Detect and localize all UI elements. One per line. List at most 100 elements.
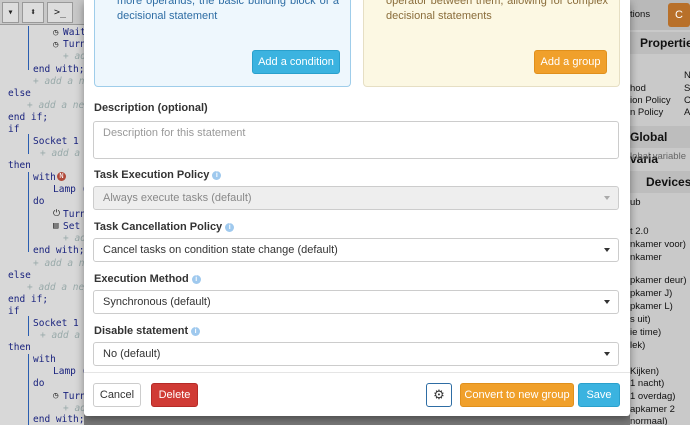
device-item[interactable]: 1 overdag) (630, 391, 675, 402)
code-bracket (28, 172, 32, 252)
gear-icon[interactable]: ⚙ (426, 383, 452, 407)
actions-menu[interactable]: tions (630, 9, 650, 20)
global-variable-input[interactable]: lobal variable (630, 151, 686, 162)
background-right-panel: tions C Propertie N hod S ion Policy C n… (630, 0, 690, 425)
disable-statement-select[interactable]: No (default) (93, 342, 619, 366)
code-line: with (33, 172, 56, 183)
device-item[interactable]: s uit) (630, 314, 651, 325)
properties-header: Propertie (630, 32, 690, 54)
code-line: end with; (33, 414, 84, 425)
code-bracket (28, 134, 32, 154)
device-item[interactable]: nkamer voor) (630, 239, 686, 250)
editor-toolbar: ▾ ⬍ >_ (0, 0, 84, 25)
code-line: if (8, 124, 20, 135)
code-line: + add a new (27, 100, 84, 111)
info-icon[interactable]: i (212, 171, 222, 180)
task-execution-select[interactable]: Always execute tasks (default) (93, 186, 619, 210)
code-line: then (8, 342, 31, 353)
task-cancellation-value: Cancel tasks on condition state change (… (103, 244, 338, 256)
clock-icon: ◷ (53, 391, 59, 401)
device-item[interactable]: 1 nacht) (630, 378, 664, 389)
convert-to-group-button[interactable]: Convert to new group (460, 383, 574, 407)
power-icon: ⏻ (53, 209, 61, 219)
device-item[interactable]: normaal) (630, 416, 668, 425)
code-line: Wait (63, 27, 84, 38)
devices-header: Devices (630, 171, 690, 193)
add-condition-button[interactable]: Add a condition (252, 50, 340, 74)
code-line: else (8, 88, 31, 99)
property-cell: N (684, 70, 690, 81)
info-icon[interactable]: i (191, 275, 201, 284)
save-button[interactable]: Save (578, 383, 620, 407)
code-line: + add a new (33, 258, 84, 269)
property-cell: ion Policy (630, 95, 671, 106)
code-line: + add a (63, 51, 84, 62)
disable-statement-value: No (default) (103, 348, 161, 360)
code-line: end with; (33, 245, 84, 256)
statement-modal: more operands, the basic building block … (84, 0, 630, 416)
info-icon[interactable]: i (191, 327, 201, 336)
code-bracket (28, 354, 32, 425)
code-line: if (8, 306, 20, 317)
execution-method-select[interactable]: Synchronous (default) (93, 290, 619, 314)
code-line: else (8, 270, 31, 281)
add-group-button[interactable]: Add a group (534, 50, 607, 74)
code-line: + add a new (33, 76, 84, 87)
info-icon[interactable]: i (225, 223, 235, 232)
code-line: + add a new (27, 282, 84, 293)
badge-icon: N (57, 172, 66, 181)
global-variables-header: Global varia (630, 126, 690, 166)
condition-panel-text: more operands, the basic building block … (117, 0, 339, 22)
collapse-button[interactable]: ▾ (2, 2, 19, 23)
delete-button[interactable]: Delete (151, 383, 198, 407)
device-item[interactable]: pkamer L) (630, 301, 673, 312)
code-bracket (28, 316, 32, 336)
device-item[interactable]: nkamer (630, 252, 662, 263)
task-execution-label-text: Task Execution Policy (94, 169, 210, 181)
device-item[interactable]: Kijken) (630, 366, 659, 377)
code-line: do (33, 196, 45, 207)
background-code-editor: ▾ ⬍ >_ WaitTurn+ add aend with;+ add a n… (0, 0, 84, 425)
code-line: do (33, 378, 45, 389)
task-cancellation-label: Task Cancellation Policy i (94, 221, 235, 233)
group-panel-text: operator between them, allowing for comp… (386, 0, 608, 22)
code-line: Turn (63, 391, 84, 402)
code-line: Lamp (S (53, 184, 84, 195)
property-cell: n Policy (630, 107, 664, 118)
disable-statement-label-text: Disable statement (94, 325, 189, 337)
device-item[interactable]: ub (630, 197, 641, 208)
device-item[interactable]: pkamer J) (630, 288, 672, 299)
top-action-button[interactable]: C (668, 3, 690, 27)
code-line: + add a new (40, 148, 84, 159)
execution-method-value: Synchronous (default) (103, 296, 211, 308)
device-item[interactable]: apkamer 2 (630, 404, 675, 415)
device-item[interactable]: pkamer deur) (630, 275, 687, 286)
caret-down-icon (604, 196, 610, 200)
property-cell: A (684, 107, 690, 118)
code-line: Socket 1 (V (33, 318, 84, 329)
device-item[interactable]: ie time) (630, 327, 661, 338)
task-execution-label: Task Execution Policy i (94, 169, 222, 181)
terminal-icon[interactable]: >_ (47, 2, 73, 23)
clock-icon: ◷ (53, 28, 59, 38)
code-line: + add a (63, 233, 84, 244)
code-line: Turn (63, 209, 84, 220)
code-line: Lamp (S (53, 366, 84, 377)
cancel-button[interactable]: Cancel (93, 383, 141, 407)
property-cell: S (684, 83, 690, 94)
list-icon: ▤ (53, 221, 59, 231)
property-cell: C (684, 95, 690, 106)
caret-down-icon (604, 300, 610, 304)
clock-icon: ◷ (53, 40, 59, 50)
condition-panel: more operands, the basic building block … (94, 0, 351, 87)
device-item[interactable]: lek) (630, 340, 645, 351)
sort-icon[interactable]: ⬍ (22, 2, 44, 23)
code-line: end with; (33, 64, 84, 75)
device-item[interactable]: t 2.0 (630, 226, 649, 237)
task-cancellation-select[interactable]: Cancel tasks on condition state change (… (93, 238, 619, 262)
description-field[interactable] (93, 121, 619, 159)
code-line: then (8, 160, 31, 171)
code-line: Set (63, 221, 81, 232)
task-cancellation-label-text: Task Cancellation Policy (94, 221, 223, 233)
code-line: end if; (8, 294, 49, 305)
